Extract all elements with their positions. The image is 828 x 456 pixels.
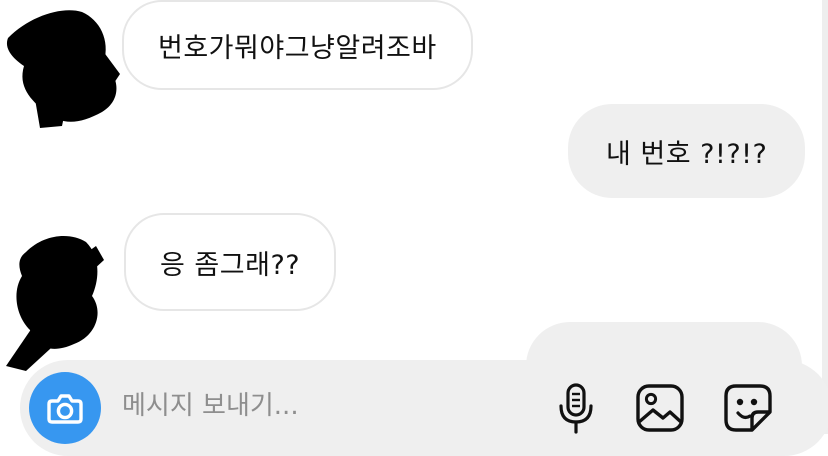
voice-message-button[interactable] <box>548 378 604 438</box>
camera-icon <box>47 394 83 424</box>
message-bubble-incoming[interactable]: 번호가뭐야그냥알려조바 <box>122 0 473 90</box>
microphone-icon <box>559 383 593 434</box>
message-text: 응 좀그래?? <box>160 249 301 281</box>
message-bubble-outgoing[interactable]: 내 번호 ?!?!? <box>568 104 806 198</box>
message-bubble-incoming[interactable]: 응 좀그래?? <box>124 213 337 311</box>
camera-button[interactable] <box>29 372 101 444</box>
message-composer <box>20 360 828 456</box>
gallery-icon <box>636 384 684 432</box>
sticker-button[interactable] <box>720 378 776 438</box>
gallery-button[interactable] <box>632 378 688 438</box>
message-text: 내 번호 ?!?!? <box>606 138 768 170</box>
message-input[interactable] <box>122 384 502 428</box>
message-text: 번호가뭐야그냥알려조바 <box>158 32 437 64</box>
scroll-edge <box>822 0 828 434</box>
redacted-avatar <box>6 10 120 128</box>
redacted-avatar <box>6 236 104 371</box>
sticker-icon <box>724 384 772 432</box>
